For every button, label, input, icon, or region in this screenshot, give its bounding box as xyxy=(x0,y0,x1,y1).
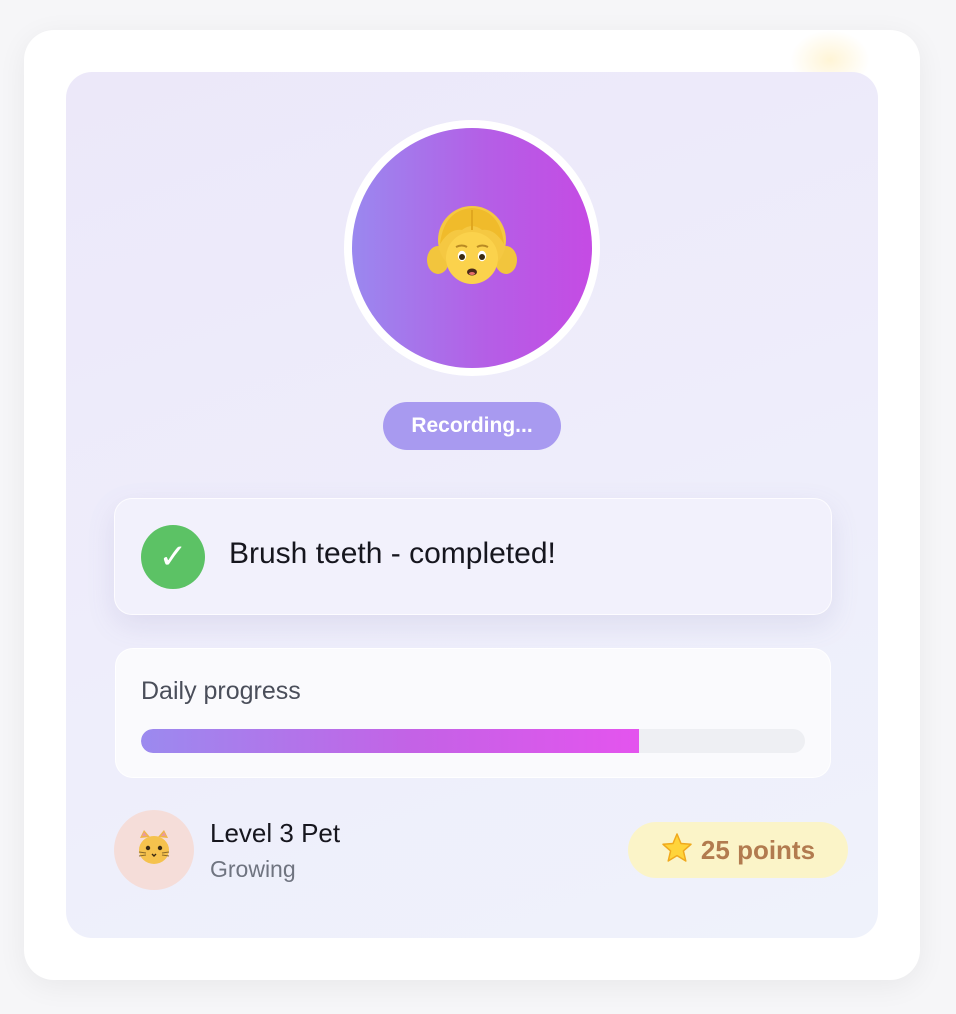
cat-face-icon xyxy=(134,828,174,873)
check-symbol: ✓ xyxy=(158,538,188,576)
pet-avatar[interactable] xyxy=(114,810,194,890)
points-badge: 25 points xyxy=(628,822,848,878)
task-text: Brush teeth - completed! xyxy=(229,537,556,570)
daily-progress-card: Daily progress xyxy=(115,648,831,778)
dashboard-panel: Recording... ✓ Brush teeth - completed! … xyxy=(66,72,878,938)
task-completed-card: ✓ Brush teeth - completed! xyxy=(114,498,832,615)
record-avatar-button[interactable] xyxy=(352,128,592,368)
pet-level-title: Level 3 Pet xyxy=(210,818,341,848)
recording-status-badge: Recording... xyxy=(383,402,561,450)
check-icon: ✓ xyxy=(141,525,205,589)
recording-label: Recording... xyxy=(411,414,533,437)
pet-status: Growing xyxy=(210,856,296,882)
progress-fill xyxy=(141,729,639,753)
progress-track xyxy=(141,729,805,753)
points-label: 25 points xyxy=(700,834,816,865)
progress-label: Daily progress xyxy=(141,677,301,705)
star-icon xyxy=(661,832,693,869)
girl-face-icon xyxy=(424,200,520,296)
